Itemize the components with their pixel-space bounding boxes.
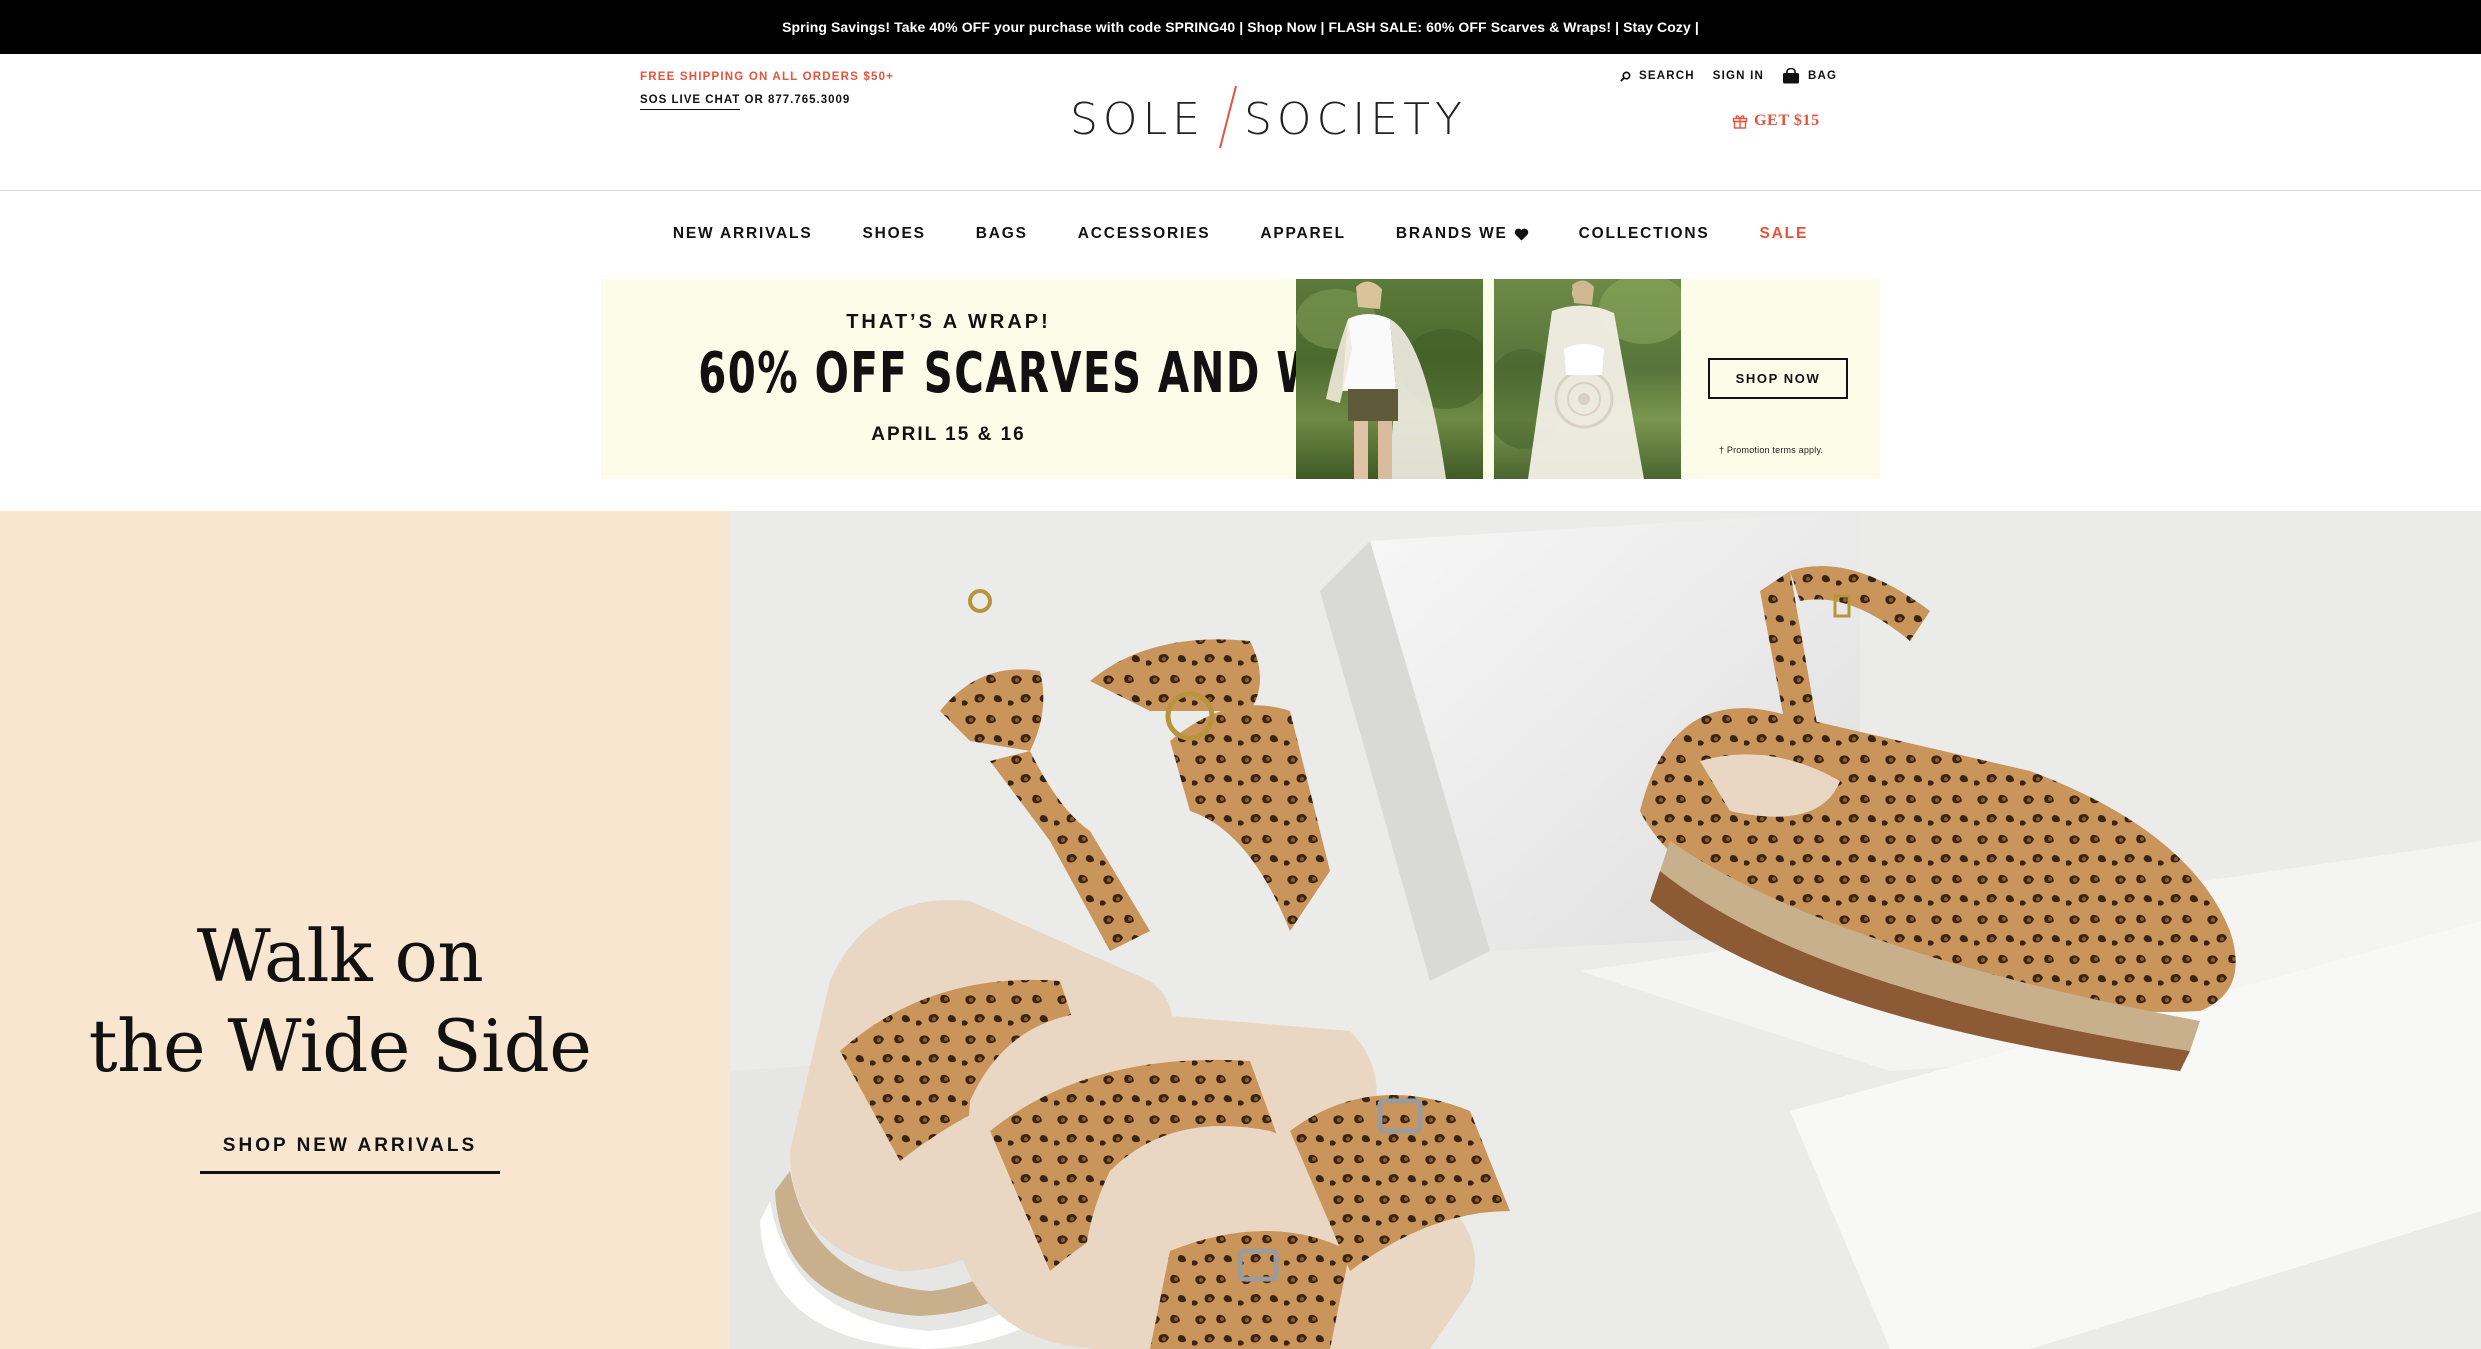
site-header: FREE SHIPPING ON ALL ORDERS $50+ SOS LIV… (0, 54, 2481, 191)
nav-label: BRANDS WE (1395, 225, 1508, 242)
shop-new-arrivals-link[interactable]: SHOP NEW ARRIVALS (200, 1135, 500, 1174)
hero-product-image[interactable] (730, 511, 2481, 1349)
sign-in-link[interactable]: SIGN IN (1713, 70, 1764, 82)
hero-title-line-2: the Wide Side (88, 1004, 592, 1088)
logo-slash-icon (1219, 85, 1237, 149)
nav-label: NEW ARRIVALS (672, 225, 813, 242)
gift-icon (1732, 115, 1748, 129)
promo-model-photo-1 (1296, 279, 1483, 479)
bag-button[interactable]: BAG (1782, 68, 1837, 84)
nav-item-accessories[interactable]: ACCESSORIES (1053, 225, 1236, 243)
nav-label: COLLECTIONS (1578, 225, 1710, 242)
chat-phone-line: SOS LIVE CHAT OR 877.765.3009 (640, 94, 851, 110)
logo-text-right: SOCIETY (1244, 94, 1467, 145)
promo-headline: 60% OFF SCARVES AND WRAPS† (698, 341, 1456, 406)
main-nav: NEW ARRIVALS SHOES BAGS ACCESSORIES APPA… (0, 191, 2481, 277)
promo-terms-note[interactable]: † Promotion terms apply. (1719, 445, 1823, 455)
promo-model-photo-2 (1494, 279, 1681, 479)
get-15-offer[interactable]: GET $15 (1732, 112, 1820, 130)
nav-item-new-arrivals[interactable]: NEW ARRIVALS (648, 225, 838, 243)
get-15-label: GET $15 (1754, 112, 1820, 129)
search-icon (1620, 71, 1631, 82)
promo-kicker: THAT’S A WRAP! (846, 311, 1051, 333)
nav-item-brands-we-love[interactable]: BRANDS WE (1371, 225, 1554, 243)
nav-item-apparel[interactable]: APPAREL (1235, 225, 1371, 243)
nav-label: APPAREL (1260, 225, 1346, 242)
nav-item-collections[interactable]: COLLECTIONS (1554, 225, 1735, 243)
bag-label: BAG (1807, 70, 1838, 82)
phone-number: OR 877.765.3009 (740, 94, 851, 106)
nav-item-shoes[interactable]: SHOES (837, 225, 950, 243)
sign-in-label: SIGN IN (1712, 70, 1764, 82)
site-logo[interactable]: SOLE SOCIETY (1070, 82, 1462, 162)
nav-label: BAGS (975, 225, 1028, 242)
free-shipping-notice: FREE SHIPPING ON ALL ORDERS $50+ (640, 71, 895, 83)
utility-links: SEARCH SIGN IN BAG (1620, 68, 1837, 84)
nav-item-bags[interactable]: BAGS (951, 225, 1053, 243)
promo-shop-now-button[interactable]: SHOP NOW (1708, 358, 1848, 399)
search-button[interactable]: SEARCH (1620, 70, 1695, 82)
announcement-bar[interactable]: Spring Savings! Take 40% OFF your purcha… (0, 0, 2481, 54)
shopping-bag-icon (1782, 68, 1799, 84)
promo-date: APRIL 15 & 16 (871, 424, 1026, 445)
nav-label: ACCESSORIES (1077, 225, 1211, 242)
hero-title: Walk on the Wide Side (0, 911, 680, 1091)
promo-banner[interactable]: THAT’S A WRAP! 60% OFF SCARVES AND WRAPS… (601, 279, 1880, 479)
nav-item-sale[interactable]: SALE (1735, 225, 1834, 243)
hero-text-panel: Walk on the Wide Side SHOP NEW ARRIVALS (0, 511, 730, 1349)
hero-title-line-1: Walk on (196, 914, 484, 998)
logo-text-left: SOLE (1070, 94, 1205, 145)
search-label: SEARCH (1639, 70, 1695, 82)
heart-icon (1514, 228, 1528, 241)
nav-label: SALE (1759, 225, 1809, 242)
announcement-text[interactable]: Spring Savings! Take 40% OFF your purcha… (782, 19, 1699, 35)
live-chat-link[interactable]: SOS LIVE CHAT (640, 94, 741, 110)
nav-label: SHOES (862, 225, 926, 242)
